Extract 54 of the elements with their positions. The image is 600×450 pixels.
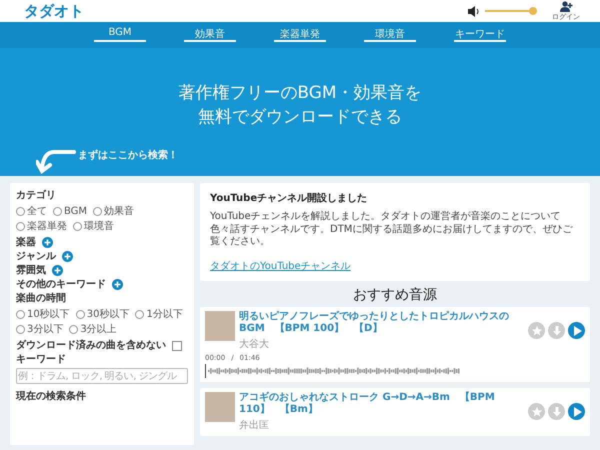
radio-option[interactable]: BGM	[53, 204, 88, 218]
filter-label: 雰囲気	[16, 264, 46, 277]
section-label: カテゴリ	[16, 189, 57, 202]
star-icon	[532, 406, 542, 416]
radio-option[interactable]: 効果音	[93, 204, 134, 218]
nav-tab[interactable]: 楽器単発	[274, 22, 326, 42]
artist-name: 弁出匡	[239, 418, 270, 432]
speaker-icon[interactable]	[468, 6, 480, 16]
radio-option[interactable]: 3分以下	[16, 322, 64, 336]
play-button[interactable]	[568, 403, 585, 420]
site-logo[interactable]: タダオト	[24, 2, 84, 20]
radio-option[interactable]: 1分以下	[135, 307, 183, 321]
news-text: YouTubeチェンネルを解説しました。タダオトの運営者が音楽のことについて色々話すチャンネルです。DTMに関する話題多めにお届けしてますので、ぜひご覧ください。	[210, 211, 574, 248]
plus-icon[interactable]	[42, 237, 53, 248]
section-label: キーワード	[16, 353, 67, 366]
star-icon	[532, 326, 542, 336]
section-heading: おすすめ音源	[352, 286, 438, 304]
add-user-icon[interactable]	[560, 0, 572, 12]
play-icon	[572, 406, 582, 416]
nav-tab[interactable]: 環境音	[364, 22, 416, 42]
plus-icon[interactable]	[112, 279, 123, 290]
filter-label: その他のキーワード	[16, 278, 106, 291]
curved-arrow-icon	[36, 148, 76, 174]
search-hint: まずはここから検索！	[78, 148, 178, 162]
keyword-field[interactable]: 例：ドラム, ロック, 明るい, ジングル	[16, 368, 188, 384]
nav-tab[interactable]: 効果音	[184, 22, 236, 42]
radio-option[interactable]: 10秒以下	[16, 307, 70, 321]
section-label: 楽曲の時間	[16, 292, 67, 305]
checkbox[interactable]	[172, 340, 182, 350]
radio-option[interactable]: 楽器単発	[16, 219, 67, 233]
play-button[interactable]	[568, 322, 585, 339]
filter-label: ジャンル	[16, 250, 56, 263]
radio-option[interactable]: 30秒以下	[76, 307, 130, 321]
photo-placeholder	[205, 392, 235, 422]
radio-option[interactable]: 全て	[16, 204, 47, 218]
track-title[interactable]: アコギのおしゃれなストローク G→D→A→Bm 【BPM 110】 【Bm】	[239, 392, 524, 416]
radio-option[interactable]: 環境音	[73, 219, 114, 233]
nav-tab[interactable]: BGM	[94, 22, 146, 42]
checkbox-label: ダウンロード済みの曲を含めない	[16, 339, 166, 352]
channel-link[interactable]: タダオトのYouTubeチャンネル	[210, 260, 351, 272]
photo-placeholder	[205, 310, 235, 340]
download-icon	[552, 406, 562, 416]
filter-label: 楽器	[16, 236, 36, 249]
plus-icon[interactable]	[52, 265, 63, 276]
news-title: YouTubeチャンネル開設しました	[210, 192, 368, 205]
hero-title: 著作権フリーのBGM・効果音を 無料でダウンロードできる	[178, 82, 422, 130]
section-label: 現在の検索条件	[16, 390, 87, 403]
track-title[interactable]: 明るいピアノフレーズでゆったりとしたトロピカルハウスのBGM 【BPM 100】 【D】	[239, 310, 524, 334]
play-icon	[572, 326, 582, 336]
plus-icon[interactable]	[62, 251, 73, 262]
nav-tab[interactable]: キーワード	[454, 22, 506, 42]
download-icon	[552, 326, 562, 336]
artist-name: 大谷大	[239, 338, 270, 350]
radio-option[interactable]: 3分以上	[69, 322, 117, 336]
